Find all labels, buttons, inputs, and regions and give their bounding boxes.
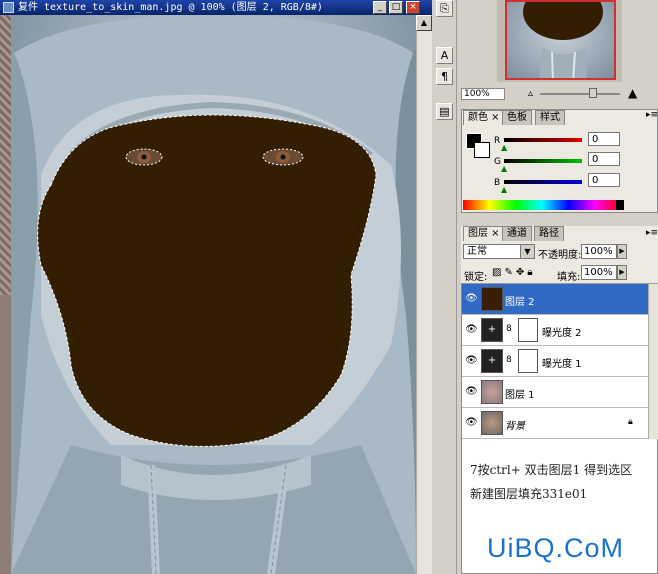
- face-selection-fill: [37, 114, 377, 447]
- image-canvas[interactable]: [11, 15, 416, 574]
- zoom-out-icon[interactable]: ▵: [528, 88, 533, 99]
- spectrum-black-swatch[interactable]: [616, 200, 624, 210]
- channel-b-slider[interactable]: [504, 180, 582, 184]
- lock-icon: 🔒︎: [628, 417, 633, 427]
- navigator-preview: [523, 2, 603, 78]
- channel-g-label: G: [494, 157, 501, 167]
- channel-g-handle-icon[interactable]: ▲: [501, 164, 507, 173]
- layers-menu-icon[interactable]: ▸≡: [646, 228, 658, 238]
- opacity-arrow-icon[interactable]: ▶: [617, 244, 627, 259]
- tab-channels[interactable]: 通道: [502, 226, 532, 241]
- color-spectrum-bar[interactable]: [463, 200, 621, 210]
- channel-b-label: B: [494, 178, 501, 188]
- palette-tool-icon[interactable]: ▤: [436, 103, 453, 120]
- watermark-logo: UiBQ.CoM: [487, 533, 625, 563]
- tab-color[interactable]: 颜色 ×: [463, 110, 505, 125]
- layer-row-background[interactable]: 👁︎ 背景 🔒︎: [462, 408, 648, 439]
- channel-g-value[interactable]: 0: [588, 152, 620, 166]
- layer-thumbnail: [481, 287, 503, 311]
- channel-r-handle-icon[interactable]: ▲: [501, 143, 507, 152]
- document-title[interactable]: 复件 texture_to_skin_man.jpg @ 100% (图层 2,…: [0, 0, 432, 15]
- tab-layers[interactable]: 图层 ×: [463, 226, 505, 241]
- tab-paths[interactable]: 路径: [534, 226, 564, 241]
- channel-b-handle-icon[interactable]: ▲: [501, 185, 507, 194]
- layer-row-layer-1[interactable]: 👁︎ 图层 1: [462, 377, 648, 408]
- zoom-field[interactable]: 100%: [461, 88, 505, 100]
- tool-strip: [432, 0, 457, 574]
- layers-scrollbar[interactable]: [648, 284, 658, 439]
- eye-icon[interactable]: 👁︎: [465, 418, 478, 428]
- chain-link-icon: 8: [506, 355, 512, 365]
- eye-icon[interactable]: 👁︎: [465, 325, 478, 335]
- fill-field[interactable]: 100%: [581, 265, 617, 280]
- layer-thumbnail: [481, 411, 503, 435]
- background-color-swatch[interactable]: [474, 142, 490, 158]
- tutorial-note: 7按ctrl+ 双击图层1 得到选区 新建图层填充331e01: [470, 458, 655, 506]
- layer-row-exposure-2[interactable]: 👁︎ + 8 曝光度 2: [462, 315, 648, 346]
- zoom-slider[interactable]: [540, 93, 620, 95]
- opacity-label: 不透明度:: [538, 250, 582, 261]
- vertical-scrollbar[interactable]: [416, 15, 432, 574]
- paragraph-tool-icon[interactable]: ¶: [436, 68, 453, 85]
- close-button[interactable]: ×: [406, 1, 420, 14]
- note-line-1: 7按ctrl+ 双击图层1 得到选区: [470, 463, 633, 477]
- zoom-slider-handle[interactable]: [589, 88, 597, 98]
- layer-name: 曝光度 2: [542, 328, 582, 339]
- exposure-adjustment-icon: +: [481, 349, 503, 373]
- channel-g-slider[interactable]: [504, 159, 582, 163]
- layer-row-exposure-1[interactable]: 👁︎ + 8 曝光度 1: [462, 346, 648, 377]
- chain-link-icon: 8: [506, 324, 512, 334]
- eye-icon[interactable]: 👁︎: [465, 294, 478, 304]
- channel-r-label: R: [494, 136, 501, 146]
- layer-mask-thumbnail: [518, 349, 538, 373]
- opacity-field[interactable]: 100%: [581, 244, 617, 259]
- fill-label: 填充:: [557, 272, 581, 283]
- layer-name: 曝光度 1: [542, 359, 582, 370]
- tab-swatches[interactable]: 色板: [502, 110, 532, 125]
- tab-styles[interactable]: 样式: [535, 110, 565, 125]
- channel-b-value[interactable]: 0: [588, 173, 620, 187]
- document-icon: [3, 2, 14, 13]
- scroll-up-arrow-icon[interactable]: ▲: [416, 15, 432, 31]
- layer-name: 图层 2: [505, 297, 535, 308]
- blend-mode-value: 正常: [467, 246, 487, 257]
- hoodie-image: [11, 15, 416, 574]
- zoom-in-icon[interactable]: ▲: [628, 86, 637, 100]
- chevron-down-icon[interactable]: ▼: [520, 245, 534, 258]
- channel-r-slider[interactable]: [504, 138, 582, 142]
- layer-row-layer-2[interactable]: 👁︎ 图层 2: [462, 284, 648, 315]
- text-tool-icon[interactable]: A: [436, 47, 453, 64]
- note-line-2: 新建图层填充331e01: [470, 487, 588, 501]
- eye-icon[interactable]: 👁︎: [465, 387, 478, 397]
- exposure-adjustment-icon: +: [481, 318, 503, 342]
- layer-name: 背景: [505, 421, 525, 432]
- layer-thumbnail: [481, 380, 503, 404]
- minimize-button[interactable]: _: [373, 1, 387, 14]
- eye-icon[interactable]: 👁︎: [465, 356, 478, 366]
- fill-arrow-icon[interactable]: ▶: [617, 265, 627, 280]
- layer-name: 图层 1: [505, 390, 535, 401]
- panel-menu-icon[interactable]: ▸≡: [646, 110, 658, 120]
- navigator-thumbnail[interactable]: [505, 0, 616, 80]
- layer-mask-thumbnail: [518, 318, 538, 342]
- lock-label: 锁定:: [464, 272, 488, 283]
- background-document-texture: [0, 15, 11, 295]
- channel-r-value[interactable]: 0: [588, 132, 620, 146]
- maximize-button[interactable]: □: [389, 1, 403, 14]
- copy-tool-icon[interactable]: ⎘: [436, 0, 453, 17]
- lock-icons[interactable]: ▨✎✥🔒︎: [492, 267, 536, 278]
